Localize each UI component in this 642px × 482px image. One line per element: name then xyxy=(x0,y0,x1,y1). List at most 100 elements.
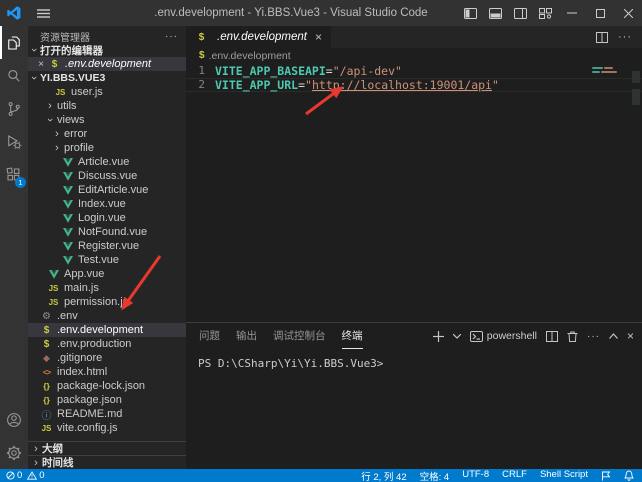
vue-icon xyxy=(61,228,74,237)
code-line-2[interactable]: 2VITE_APP_URL="http://localhost:19001/ap… xyxy=(186,78,642,92)
sidebar-item-search[interactable] xyxy=(0,59,28,92)
outline-section[interactable]: › 大纲 xyxy=(28,441,186,455)
vue-icon xyxy=(61,186,74,195)
feedback-icon[interactable] xyxy=(601,471,611,481)
tree-item-Article.vue[interactable]: Article.vue xyxy=(28,155,186,169)
breadcrumb[interactable]: $ .env.development xyxy=(186,48,642,63)
editor-scrollbar[interactable] xyxy=(630,63,642,322)
tree-item-EditArticle.vue[interactable]: EditArticle.vue xyxy=(28,183,186,197)
tree-item-main.js[interactable]: JSmain.js xyxy=(28,281,186,295)
close-button[interactable] xyxy=(614,0,642,26)
js-icon: JS xyxy=(40,424,53,433)
timeline-section[interactable]: › 时间线 xyxy=(28,455,186,469)
status-encoding[interactable]: UTF-8 xyxy=(462,469,489,482)
terminal-shell-selector[interactable]: powershell xyxy=(470,330,537,342)
terminal-dropdown-icon[interactable] xyxy=(453,334,461,339)
tree-item-label: profile xyxy=(64,142,94,154)
minimap[interactable] xyxy=(592,67,626,75)
panel-more-icon[interactable]: ··· xyxy=(587,331,600,342)
status-eol[interactable]: CRLF xyxy=(502,469,527,482)
status-language-mode[interactable]: Shell Script xyxy=(540,469,588,482)
status-cursor-position[interactable]: 行 2, 列 42 xyxy=(361,469,406,482)
tab-env-development[interactable]: $ .env.development × xyxy=(186,26,331,48)
tree-item-Login.vue[interactable]: Login.vue xyxy=(28,211,186,225)
tree-item-package-lock.json[interactable]: {}package-lock.json xyxy=(28,379,186,393)
extensions-badge: 1 xyxy=(15,177,26,188)
panel-tab-终端[interactable]: 终端 xyxy=(342,323,363,349)
tree-item-.gitignore[interactable]: ◆.gitignore xyxy=(28,351,186,365)
project-root-section[interactable]: › YI.BBS.VUE3 xyxy=(28,71,186,85)
split-terminal-icon[interactable] xyxy=(546,331,558,342)
vue-icon xyxy=(47,270,60,279)
bell-icon[interactable] xyxy=(624,470,634,481)
problems-status[interactable]: 0 0 xyxy=(6,470,45,481)
sidebar-item-explorer[interactable] xyxy=(0,26,28,59)
env-icon: $ xyxy=(199,50,205,61)
close-panel-icon[interactable]: × xyxy=(627,329,634,343)
line-number: 1 xyxy=(186,64,215,78)
new-terminal-icon[interactable] xyxy=(433,331,444,342)
sidebar-item-run-debug[interactable] xyxy=(0,125,28,158)
tree-item-package.json[interactable]: {}package.json xyxy=(28,393,186,407)
panel-tab-调试控制台[interactable]: 调试控制台 xyxy=(273,323,326,349)
tree-item-permission.js[interactable]: JSpermission.js xyxy=(28,295,186,309)
sidebar-title: 资源管理器 xyxy=(40,29,90,44)
more-actions-icon[interactable]: ··· xyxy=(618,31,632,43)
status-indentation[interactable]: 空格: 4 xyxy=(420,469,450,482)
tree-item-vite.config.js[interactable]: JS vite.config.js xyxy=(28,421,186,435)
tab-label: .env.development xyxy=(217,31,307,43)
tree-item-Index.vue[interactable]: Index.vue xyxy=(28,197,186,211)
minimize-button[interactable] xyxy=(558,0,586,26)
title-bar: .env.development - Yi.BBS.Vue3 - Visual … xyxy=(0,0,642,26)
sidebar-item-extensions[interactable]: 1 xyxy=(0,158,28,191)
tree-item-Discuss.vue[interactable]: Discuss.vue xyxy=(28,169,186,183)
tree-item-.env.production[interactable]: $.env.production xyxy=(28,337,186,351)
open-editors-section[interactable]: › 打开的编辑器 xyxy=(28,43,186,57)
files-icon xyxy=(5,34,23,52)
tree-item-.env.development[interactable]: $.env.development xyxy=(28,323,186,337)
git-branch-icon xyxy=(5,100,23,118)
customize-layout-icon[interactable] xyxy=(533,0,558,26)
terminal-output[interactable]: PS D:\CSharp\Yi\Yi.BBS.Vue3> xyxy=(186,349,642,370)
tree-item-App.vue[interactable]: App.vue xyxy=(28,267,186,281)
toggle-panel-icon[interactable] xyxy=(483,0,508,26)
vue-icon xyxy=(61,172,74,181)
tree-item-NotFound.vue[interactable]: NotFound.vue xyxy=(28,225,186,239)
tree-item-Register.vue[interactable]: Register.vue xyxy=(28,239,186,253)
split-editor-icon[interactable] xyxy=(596,32,608,43)
code-line-1[interactable]: 1VITE_APP_BASEAPI="/api-dev" xyxy=(186,64,642,78)
maximize-button[interactable] xyxy=(586,0,614,26)
js-icon: JS xyxy=(47,284,60,293)
explorer-actions-icon[interactable]: ··· xyxy=(165,31,178,42)
sidebar-item-source-control[interactable] xyxy=(0,92,28,125)
tree-item-label: .env.production xyxy=(57,338,131,350)
code-editor[interactable]: 1VITE_APP_BASEAPI="/api-dev"2VITE_APP_UR… xyxy=(186,63,642,322)
panel-tab-输出[interactable]: 输出 xyxy=(236,323,257,349)
open-editor-item[interactable]: × $ .env.development xyxy=(28,57,186,71)
tree-item-label: package-lock.json xyxy=(57,380,145,392)
tree-item-label: README.md xyxy=(57,408,122,420)
vscode-logo-icon xyxy=(0,6,28,20)
tree-item-.env[interactable]: ⚙.env xyxy=(28,309,186,323)
tree-item-README.md[interactable]: ⓘREADME.md xyxy=(28,407,186,421)
tree-item-utils[interactable]: ›utils xyxy=(28,99,186,113)
open-editor-label: .env.development xyxy=(65,58,151,70)
maximize-panel-icon[interactable] xyxy=(609,333,618,339)
tree-item-index.html[interactable]: <>index.html xyxy=(28,365,186,379)
tree-item-user.js[interactable]: JSuser.js xyxy=(28,85,186,99)
menu-icon[interactable] xyxy=(28,9,58,18)
close-icon[interactable]: × xyxy=(34,59,48,70)
settings-button[interactable] xyxy=(0,436,28,469)
toggle-secondary-sidebar-icon[interactable] xyxy=(508,0,533,26)
tree-item-Test.vue[interactable]: Test.vue xyxy=(28,253,186,267)
tree-item-profile[interactable]: ›profile xyxy=(28,141,186,155)
tree-item-label: views xyxy=(57,114,85,126)
panel-tab-问题[interactable]: 问题 xyxy=(199,323,220,349)
close-icon[interactable]: × xyxy=(315,30,322,44)
account-button[interactable] xyxy=(0,403,28,436)
tree-item-error[interactable]: ›error xyxy=(28,127,186,141)
tree-item-views[interactable]: ›views xyxy=(28,113,186,127)
panel-header: 问题输出调试控制台终端 powershell xyxy=(186,323,642,349)
tree-item-label: vite.config.js xyxy=(57,422,118,434)
kill-terminal-icon[interactable] xyxy=(567,330,578,342)
